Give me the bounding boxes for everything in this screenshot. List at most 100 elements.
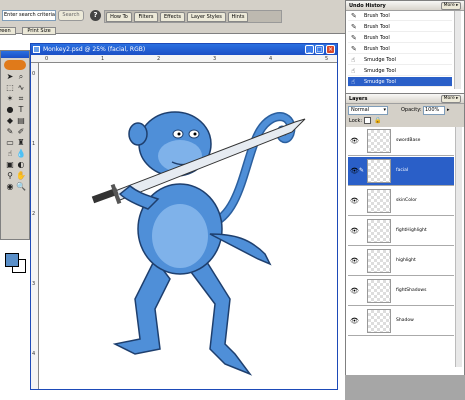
history-item-label: Smudge Tool [364, 79, 396, 85]
layers-list: 👁 swordBase 👁 ✎ facial 👁 skinColor 👁 fightHig… [346, 127, 464, 375]
document-window: Monkey2.psd @ 25% (facial, RGB) _ □ × 0 … [30, 43, 338, 390]
lasso-tool-icon[interactable]: ∿ [16, 83, 26, 93]
smudge-tool-icon[interactable]: ☝ [5, 149, 15, 159]
layer-thumbnail [367, 279, 391, 303]
layer-thumbnail [367, 189, 391, 213]
toolbox: ➤ ⌕ ⬚ ∿ ✶ ⌗ ● T ◆ ▤ ✎ ✐ ▭ ♜ ☝ 💧 ▣ ◐ ⚲ ✋ … [0, 50, 30, 273]
zoom-icon[interactable]: 🔍 [16, 182, 26, 192]
history-item-label: Brush Tool [364, 13, 390, 19]
lock-transparency-icon[interactable] [364, 117, 371, 124]
opacity-dropdown-icon[interactable]: ▸ [447, 107, 450, 113]
undo-history-panel: Undo History More ▸ ✎ Brush Tool ✎ Brush T… [345, 0, 465, 93]
layer-row[interactable]: 👁 swordBase [348, 127, 454, 156]
eye-icon[interactable]: 👁 [350, 197, 359, 205]
tab-effects[interactable]: Effects [160, 12, 185, 22]
layer-row-selected[interactable]: 👁 ✎ facial [348, 157, 454, 186]
eraser-tool-icon[interactable]: ▭ [5, 138, 15, 148]
tab-hints[interactable]: Hints [228, 12, 248, 22]
eye-icon[interactable]: 👁 [350, 227, 359, 235]
eye-icon[interactable]: 👁 [350, 317, 359, 325]
history-item-label: Smudge Tool [364, 57, 396, 63]
maximize-button[interactable]: □ [315, 45, 324, 54]
brush-tool-icon[interactable]: ✎ [5, 127, 15, 137]
brush-icon: ✎ [351, 12, 357, 20]
sponge-tool-icon[interactable]: ▣ [5, 160, 15, 170]
history-item-label: Brush Tool [364, 35, 390, 41]
eye-icon[interactable]: 👁 [350, 287, 359, 295]
eyedropper-tool-icon[interactable]: ⚲ [5, 171, 15, 181]
type-tool-icon[interactable]: T [16, 105, 26, 115]
brush-icon: ✎ [351, 45, 357, 53]
opacity-input[interactable]: 100% [423, 106, 445, 115]
opacity-label: Opacity: [401, 107, 422, 113]
layer-row[interactable]: 👁 skinColor [348, 187, 454, 216]
history-scrollbar[interactable] [454, 11, 461, 89]
canvas[interactable] [40, 64, 337, 389]
crop-tool-icon[interactable]: ⌗ [16, 94, 26, 104]
pencil-tool-icon[interactable]: ✐ [16, 127, 26, 137]
layer-thumbnail [367, 219, 391, 243]
smudge-icon: ☝ [351, 78, 356, 86]
move-tool-icon[interactable]: ➤ [5, 72, 15, 82]
eye-icon[interactable]: 👁 [350, 257, 359, 265]
print-size-button[interactable]: Print Size [22, 27, 56, 35]
history-item[interactable]: ☝ Smudge Tool [348, 55, 452, 65]
lock-icon[interactable]: 🔒 [374, 117, 381, 124]
help-icon[interactable]: ? [90, 10, 101, 21]
layer-thumbnail [367, 309, 391, 333]
red-eye-tool-icon[interactable]: ◉ [5, 182, 15, 192]
history-item[interactable]: ✎ Brush Tool [348, 33, 452, 43]
history-item-selected[interactable]: ☝ Smudge Tool [348, 77, 452, 87]
color-swatches[interactable] [3, 253, 29, 277]
lock-label: Lock: [349, 118, 363, 124]
paint-bucket-tool-icon[interactable]: ◆ [5, 116, 15, 126]
document-icon [33, 46, 40, 53]
ruler-mark: 4 [269, 56, 273, 62]
marquee-tool-icon[interactable]: ⬚ [5, 83, 15, 93]
layer-name: Shadow [396, 318, 414, 323]
history-item[interactable]: ☝ Smudge Tool [348, 66, 452, 76]
layers-more-button[interactable]: More ▸ [441, 95, 461, 103]
layer-row[interactable]: 👁 fightHighlight [348, 217, 454, 246]
foreground-color-swatch[interactable] [5, 253, 19, 267]
gradient-tool-icon[interactable]: ▤ [16, 116, 26, 126]
brush-icon: ✎ [359, 167, 365, 174]
close-button[interactable]: × [326, 45, 335, 54]
dodge-tool-icon[interactable]: ◐ [16, 160, 26, 170]
history-item[interactable]: ✎ Brush Tool [348, 11, 452, 21]
blend-mode-select[interactable]: Normal ▾ [348, 106, 388, 115]
search-button[interactable]: Search [58, 10, 84, 21]
shape-tool-icon[interactable]: ● [5, 105, 15, 115]
history-more-button[interactable]: More ▸ [441, 2, 461, 10]
search-input[interactable]: Enter search criteria [2, 10, 56, 21]
history-item-label: Brush Tool [364, 24, 390, 30]
history-item[interactable]: ✎ Brush Tool [348, 44, 452, 54]
eye-icon[interactable]: 👁 [350, 167, 359, 175]
history-item-label: Brush Tool [364, 46, 390, 52]
screen-button[interactable]: reen [0, 27, 16, 35]
layer-row[interactable]: 👁 fightShadows [348, 277, 454, 306]
history-item[interactable]: ✎ Brush Tool [348, 22, 452, 32]
layers-scrollbar[interactable] [455, 127, 462, 367]
magic-wand-tool-icon[interactable]: ✶ [5, 94, 15, 104]
toolbox-titlebar [1, 51, 29, 58]
layer-name: skinColor [396, 198, 417, 203]
ruler-mark: 0 [45, 56, 49, 62]
zoom-tool-icon[interactable]: ⌕ [16, 72, 26, 82]
eye-icon[interactable]: 👁 [350, 137, 359, 145]
ruler-mark: 1 [32, 141, 36, 147]
clone-stamp-tool-icon[interactable]: ♜ [16, 138, 26, 148]
tab-how-to[interactable]: How To [106, 12, 132, 22]
layer-row[interactable]: 👁 highlight [348, 247, 454, 276]
smudge-icon: ☝ [351, 67, 356, 75]
minimize-button[interactable]: _ [305, 45, 314, 54]
ruler-mark: 1 [101, 56, 105, 62]
blur-tool-icon[interactable]: 💧 [16, 149, 26, 159]
tab-layer-styles[interactable]: Layer Styles [187, 12, 226, 22]
history-item-label: Smudge Tool [364, 68, 396, 74]
hand-tool-icon[interactable]: ✋ [16, 171, 26, 181]
status-bar [345, 375, 465, 400]
chevron-down-icon: ▾ [383, 107, 386, 113]
tab-filters[interactable]: Filters [134, 12, 158, 22]
layer-row[interactable]: 👁 Shadow [348, 307, 454, 336]
